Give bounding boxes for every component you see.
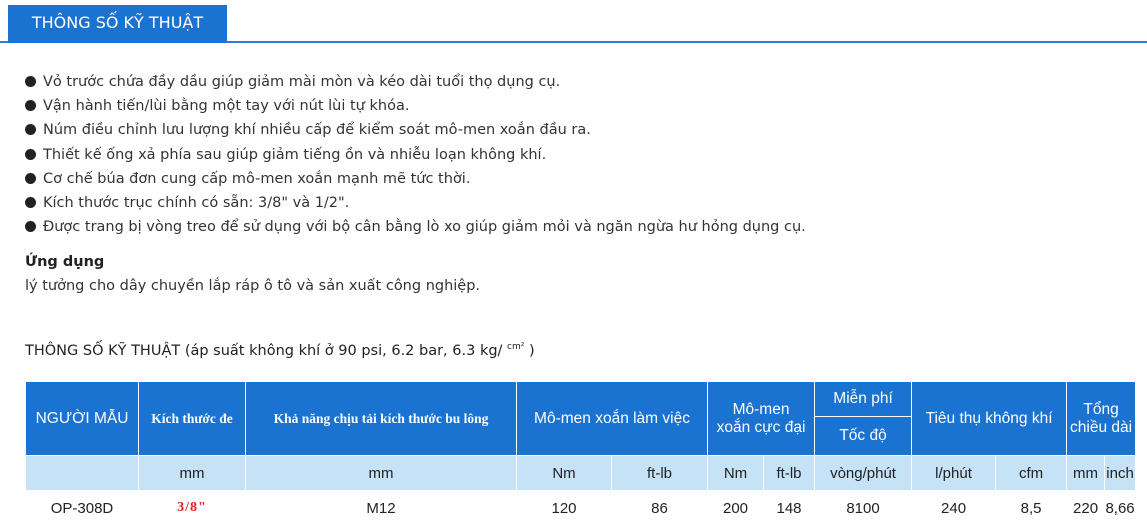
list-item: Núm điều chỉnh lưu lượng khí nhiều cấp đ… xyxy=(25,118,806,142)
unit-max-nm: Nm xyxy=(707,455,765,491)
unit-speed: vòng/phút xyxy=(814,455,913,491)
bullet-icon xyxy=(25,76,36,87)
cell-model: OP-308D xyxy=(25,490,139,526)
tab-specifications[interactable]: THÔNG SỐ KỸ THUẬT xyxy=(8,5,227,43)
feature-list: Vỏ trước chứa đầy dầu giúp giảm mài mòn … xyxy=(25,70,806,239)
application-heading: Ứng dụng xyxy=(25,254,105,270)
application-text: lý tưởng cho dây chuyền lắp ráp ô tô và … xyxy=(25,278,481,294)
unit-max-ftlb: ft-lb xyxy=(763,455,816,491)
cell-air-lpm: 240 xyxy=(911,490,997,526)
list-item: Kích thước trục chính có sẵn: 3/8" và 1/… xyxy=(25,191,806,215)
header-working-torque: Mô-men xoắn làm việc xyxy=(515,381,709,456)
header-model: NGƯỜI MẪU xyxy=(25,381,139,456)
bullet-icon xyxy=(25,100,36,112)
cell-len-in: 8,66 xyxy=(1104,490,1137,526)
cell-work-ftlb: 86 xyxy=(610,490,709,526)
unit-drive: mm xyxy=(138,455,246,491)
list-item: Được trang bị vòng treo để sử dụng với b… xyxy=(25,215,806,239)
cell-max-nm: 200 xyxy=(707,490,765,526)
header-max-torque: Mô-men xoắn cực đại xyxy=(707,381,816,456)
cell-max-ftlb: 148 xyxy=(763,490,816,526)
unit-work-ftlb: ft-lb xyxy=(610,455,709,491)
unit-air-cfm: cfm xyxy=(995,455,1068,491)
cell-speed: 8100 xyxy=(814,490,913,526)
cell-drive: 3/8" xyxy=(138,490,246,526)
unit-air-lpm: l/phút xyxy=(911,455,997,491)
list-item: Thiết kế ống xả phía sau giúp giảm tiếng… xyxy=(25,143,806,167)
header-overall-length: Tổng chiều dài xyxy=(1066,381,1137,456)
list-item: Vỏ trước chứa đầy dầu giúp giảm mài mòn … xyxy=(25,70,806,94)
bullet-icon xyxy=(25,197,36,209)
table-row: OP-308D 3/8" M12 120 86 200 148 8100 240… xyxy=(25,490,1137,526)
list-item: Cơ chế búa đơn cung cấp mô-men xoắn mạnh… xyxy=(25,167,806,191)
unit-len-in: inch xyxy=(1104,455,1137,491)
bullet-icon xyxy=(25,221,36,233)
header-speed: Tốc độ xyxy=(814,416,913,456)
unit-len-mm: mm xyxy=(1066,455,1106,491)
spec-table: NGƯỜI MẪU Kích thước đe Khả năng chịu tả… xyxy=(25,381,1137,526)
unit-work-nm: Nm xyxy=(516,455,612,491)
cell-air-cfm: 8,5 xyxy=(995,490,1068,526)
bullet-icon xyxy=(25,148,36,160)
header-drive-size: Kích thước đe xyxy=(138,381,246,456)
spec-heading: THÔNG SỐ KỸ THUẬT (áp suất không khí ở 9… xyxy=(25,342,535,359)
tab-bar: THÔNG SỐ KỸ THUẬT xyxy=(0,0,1147,43)
unit-bolt: mm xyxy=(245,455,517,491)
cell-bolt: M12 xyxy=(245,490,517,526)
cell-len-mm: 220 xyxy=(1066,490,1106,526)
list-item: Vận hành tiến/lùi bằng một tay với nút l… xyxy=(25,94,806,118)
bullet-icon xyxy=(25,172,36,184)
bullet-icon xyxy=(25,124,36,136)
header-bolt-capacity: Khả năng chịu tải kích thước bu lông xyxy=(245,381,517,456)
unit-model xyxy=(25,455,139,491)
header-air-consumption: Tiêu thụ không khí xyxy=(911,381,1068,456)
cell-work-nm: 120 xyxy=(516,490,612,526)
header-free: Miễn phí xyxy=(814,381,913,417)
